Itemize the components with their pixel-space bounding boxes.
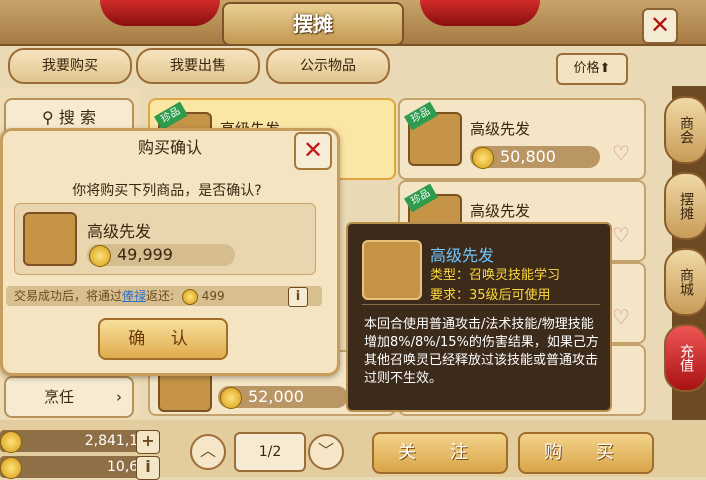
category-cooking[interactable]: 烹任 › xyxy=(4,376,134,418)
buy-button[interactable]: 购 买 xyxy=(518,432,654,474)
side-tab-guild[interactable]: 商会 xyxy=(664,96,706,164)
confirm-button[interactable]: 确 认 xyxy=(98,318,228,360)
refund-note: 交易成功后，将通过俸禄返还: 499 xyxy=(6,286,322,306)
tooltip-type: 类型：召唤灵技能学习 xyxy=(430,268,561,283)
item-name: 高级先发 xyxy=(470,202,531,220)
coin-icon xyxy=(89,245,111,267)
tab-buy[interactable]: 我要购买 xyxy=(8,48,132,84)
refund-note-prefix: 交易成功后，将通过 xyxy=(14,289,123,303)
sort-label: 价格 xyxy=(573,61,600,76)
dialog-item-name: 高级先发 xyxy=(87,222,152,241)
item-name: 高级先发 xyxy=(470,120,531,138)
refund-amount: 499 xyxy=(201,289,225,303)
page-next-button[interactable]: ﹀ xyxy=(308,434,344,470)
sort-price-button[interactable]: 价格⬆ xyxy=(556,53,628,85)
coin-icon xyxy=(0,431,22,453)
dialog-close-button[interactable]: ✕ xyxy=(294,132,332,170)
list-item[interactable]: 珍品 高级先发 50,800 ♡ xyxy=(398,98,646,180)
salary-link[interactable]: 俸禄 xyxy=(122,289,146,303)
dialog-prompt: 你将购买下列商品，是否确认? xyxy=(72,183,262,199)
heart-icon[interactable]: ♡ xyxy=(612,307,634,327)
coin-icon xyxy=(220,387,242,409)
tab-public[interactable]: 公示物品 xyxy=(266,48,390,84)
coin-icon xyxy=(181,288,198,305)
coin-icon xyxy=(472,147,494,169)
dialog-item: 高级先发 49,999 xyxy=(14,203,316,275)
tooltip-description: 本回合使用普通攻击/法术技能/物理技能增加8%/8%/15%的伤害结果，如果己方… xyxy=(364,317,599,386)
heart-icon[interactable]: ♡ xyxy=(612,143,634,163)
chevron-right-icon: › xyxy=(116,388,122,406)
page-indicator: 1/2 xyxy=(234,432,306,472)
add-currency-button[interactable]: + xyxy=(136,430,160,454)
currency-info-button[interactable]: i xyxy=(136,456,160,480)
scroll-icon xyxy=(362,240,422,300)
page-title: 摆摊 xyxy=(222,2,404,46)
dialog-title: 购买确认 xyxy=(137,138,202,157)
tooltip-requirement: 要求：35级后可使用 xyxy=(430,288,551,303)
category-label: 烹任 xyxy=(44,388,75,406)
info-button[interactable]: i xyxy=(288,287,308,307)
side-tab-recharge[interactable]: 充值 xyxy=(664,324,706,392)
page-prev-button[interactable]: ︿ xyxy=(190,434,226,470)
scroll-icon xyxy=(23,212,77,266)
search-label: 搜 索 xyxy=(58,108,96,127)
tooltip-item-name: 高级先发 xyxy=(430,246,495,265)
search-icon: ⚲ xyxy=(42,108,59,127)
ribbon-decoration-right xyxy=(420,0,540,26)
tab-sell[interactable]: 我要出售 xyxy=(136,48,260,84)
heart-icon[interactable]: ♡ xyxy=(612,225,634,245)
arrow-up-icon: ⬆ xyxy=(599,61,611,76)
tooltip-divider xyxy=(362,304,600,305)
ribbon-decoration-left xyxy=(100,0,220,26)
close-button[interactable]: ✕ xyxy=(642,8,678,44)
refund-note-suffix: 返还: xyxy=(146,289,175,303)
side-tab-stall[interactable]: 摆摊 xyxy=(664,172,706,240)
side-tab-shop[interactable]: 商城 xyxy=(664,248,706,316)
coin-icon xyxy=(0,457,22,479)
follow-button[interactable]: 关 注 xyxy=(372,432,508,474)
